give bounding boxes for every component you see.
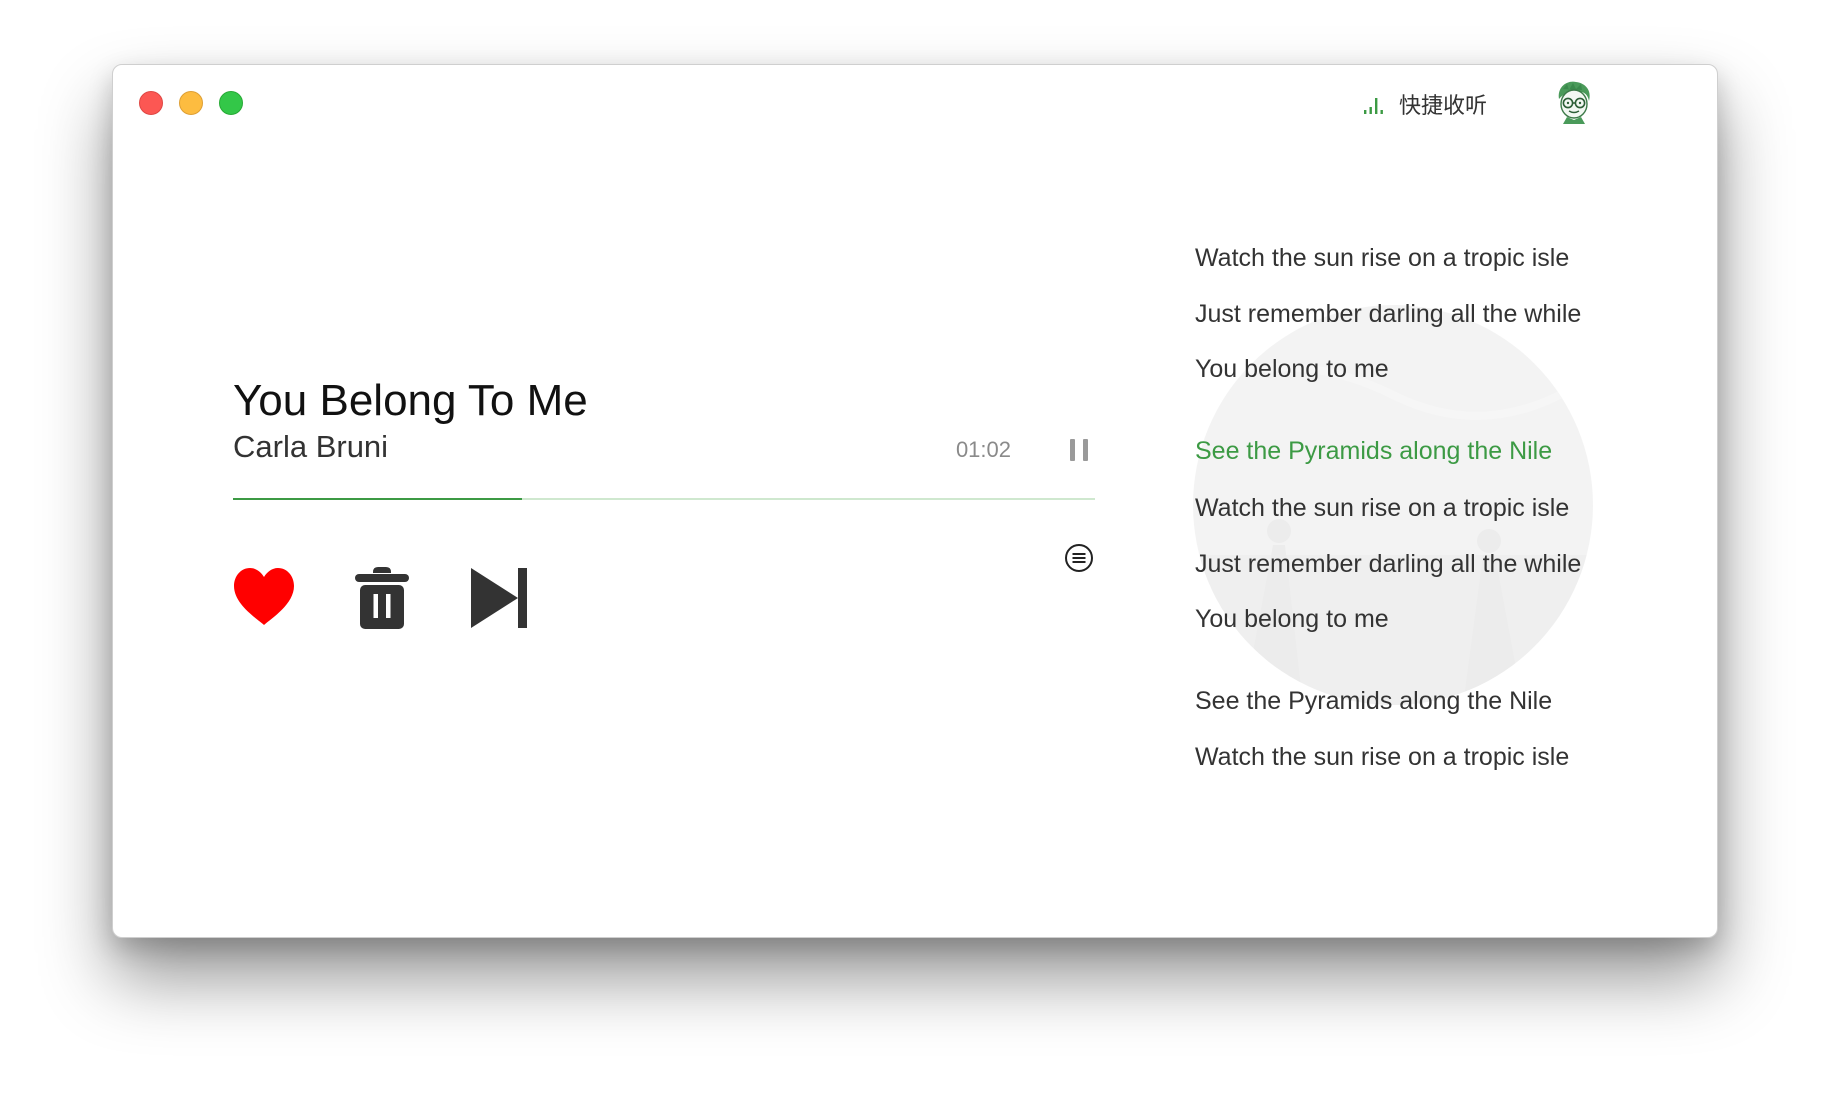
heart-icon: [234, 568, 294, 625]
trash-icon: [355, 567, 409, 629]
window-zoom-button[interactable]: [219, 91, 243, 115]
like-button[interactable]: [231, 565, 297, 631]
quick-listen-label: 快捷收听: [1399, 94, 1488, 119]
bars-icon: [1364, 98, 1383, 114]
lyric-line: Watch the sun rise on a tropic isle: [1195, 743, 1570, 771]
lyric-line: Just remember darling all the while: [1195, 300, 1582, 328]
next-button[interactable]: [467, 565, 533, 631]
quick-listen-button[interactable]: 快捷收听: [1363, 89, 1487, 119]
pause-button[interactable]: [1069, 437, 1091, 463]
lyric-line: Watch the sun rise on a tropic isle: [1195, 244, 1570, 272]
window-minimize-button[interactable]: [179, 91, 203, 115]
window-close-button[interactable]: [139, 91, 163, 115]
skip-next-icon: [471, 568, 527, 628]
song-title: You Belong To Me: [233, 376, 588, 425]
progress-fill: [233, 498, 522, 500]
lyric-line-active: See the Pyramids along the Nile: [1195, 437, 1553, 465]
lyrics-list-icon: [1065, 544, 1093, 572]
lyric-line: You belong to me: [1195, 355, 1389, 383]
lyric-line: See the Pyramids along the Nile: [1195, 687, 1553, 715]
progress-bar[interactable]: [233, 498, 1095, 500]
lyric-line: Just remember darling all the while: [1195, 550, 1582, 578]
lyrics-toggle-button[interactable]: [1064, 543, 1094, 573]
app-window: 快捷收听 You Belong To Me Carla Bruni 01:02: [112, 64, 1718, 938]
pause-icon: [1070, 439, 1088, 461]
elapsed-time: 01:02: [955, 437, 1011, 462]
lyrics-panel: Watch the sun rise on a tropic isle Just …: [1183, 215, 1663, 815]
avatar-icon: [1558, 81, 1590, 124]
song-artist: Carla Bruni: [233, 429, 389, 464]
lyric-line: You belong to me: [1195, 605, 1389, 633]
avatar[interactable]: [1551, 79, 1595, 125]
delete-button[interactable]: [349, 565, 415, 631]
lyric-line: Watch the sun rise on a tropic isle: [1195, 494, 1570, 522]
